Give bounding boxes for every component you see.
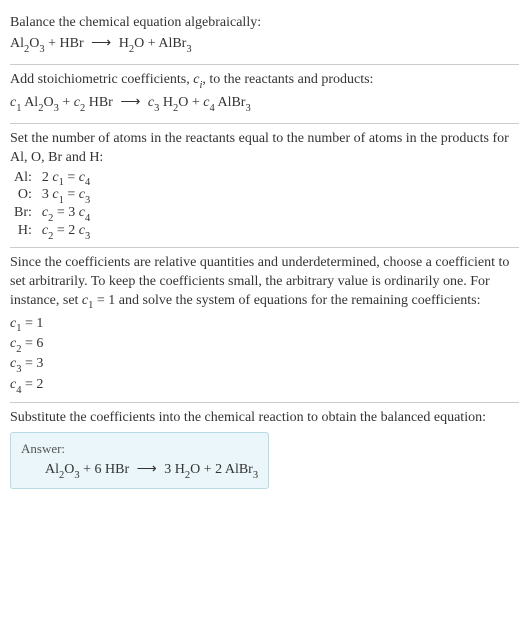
answer-label: Answer: [21, 441, 258, 457]
atom-balance-text: Set the number of atoms in the reactants… [10, 130, 519, 168]
subscript: 2 [59, 470, 64, 481]
element-label: Al: [10, 170, 38, 188]
element-label: O: [10, 187, 38, 205]
subscript: i [199, 80, 202, 91]
intro-section: Balance the chemical equation algebraica… [10, 8, 519, 64]
species: O + 2 AlBr [190, 462, 253, 477]
species-albr: O + AlBr [134, 36, 186, 51]
stoichiometric-section: Add stoichiometric coefficients, ci, to … [10, 65, 519, 123]
subscript: 3 [85, 195, 90, 206]
species: O + [178, 95, 203, 110]
value: = 3 [21, 356, 43, 371]
reaction-arrow: ⟶ [87, 36, 115, 51]
coefficient-list: c1 = 1 c2 = 6 c3 = 3 c4 = 2 [10, 315, 519, 397]
coefficient-row: c2 = 6 [10, 335, 519, 355]
answer-box: Answer: Al2O3 + 6 HBr ⟶ 3 H2O + 2 AlBr3 [10, 432, 269, 489]
subscript: 3 [154, 103, 159, 114]
intro-text: Balance the chemical equation algebraica… [10, 14, 519, 33]
subscript: 3 [54, 103, 59, 114]
subscript: 3 [253, 470, 258, 481]
subscript: 2 [24, 44, 29, 55]
species: H [159, 95, 173, 110]
element-label: H: [10, 223, 38, 241]
value: = 6 [21, 336, 43, 351]
text-fragment: = 1 and solve the system of equations fo… [93, 293, 480, 308]
table-row: H: c2 = 2 c3 [10, 223, 94, 241]
subscript: 2 [129, 44, 134, 55]
equals: = [64, 187, 79, 202]
coefficient-row: c1 = 1 [10, 315, 519, 335]
reaction-arrow: ⟶ [133, 462, 161, 477]
substitute-text: Substitute the coefficients into the che… [10, 409, 519, 428]
balance-equation: c2 = 2 c3 [38, 223, 94, 241]
species-al: Al [10, 36, 24, 51]
table-row: Br: c2 = 3 c4 [10, 205, 94, 223]
species: 3 H [161, 462, 185, 477]
solve-section: Since the coefficients are relative quan… [10, 248, 519, 403]
species: Al [45, 462, 59, 477]
subscript: 3 [16, 364, 21, 375]
coefficient-row: c4 = 2 [10, 376, 519, 396]
subscript: 1 [16, 323, 21, 334]
subscript: 1 [16, 103, 21, 114]
reaction-arrow: ⟶ [116, 95, 144, 110]
value: = 1 [21, 316, 43, 331]
element-label: Br: [10, 205, 38, 223]
table-row: O: 3 c1 = c3 [10, 187, 94, 205]
species: Al [21, 95, 38, 110]
subscript: 1 [59, 177, 64, 188]
subscript: 2 [38, 103, 43, 114]
subscript: 4 [85, 177, 90, 188]
num: 3 [42, 187, 53, 202]
plus-hbr: + HBr [45, 36, 88, 51]
stoichiometric-equation: c1 Al2O3 + c2 HBr ⟶ c3 H2O + c4 AlBr3 [10, 94, 519, 115]
substitute-section: Substitute the coefficients into the che… [10, 403, 519, 495]
subscript: 1 [88, 300, 93, 311]
balance-equation: 2 c1 = c4 [38, 170, 94, 188]
solve-text: Since the coefficients are relative quan… [10, 254, 519, 313]
equals: = [64, 170, 79, 185]
coefficient-row: c3 = 3 [10, 355, 519, 375]
subscript: 2 [173, 103, 178, 114]
species: O [64, 462, 74, 477]
equals: = 3 [53, 205, 78, 220]
plus: + [59, 95, 74, 110]
plus-hbr: + 6 HBr [80, 462, 133, 477]
subscript: 4 [209, 103, 214, 114]
coeff-var: c [52, 170, 58, 185]
subscript: 3 [186, 44, 191, 55]
equals: = 2 [53, 223, 78, 238]
table-row: Al: 2 c1 = c4 [10, 170, 94, 188]
text-fragment: , to the reactants and products: [202, 72, 373, 87]
atom-balance-section: Set the number of atoms in the reactants… [10, 124, 519, 247]
species: O [43, 95, 53, 110]
species: HBr [85, 95, 116, 110]
subscript: 2 [80, 103, 85, 114]
subscript: 3 [85, 231, 90, 242]
value: = 2 [21, 377, 43, 392]
species-o: O [29, 36, 39, 51]
text-fragment: Add stoichiometric coefficients, [10, 72, 193, 87]
subscript: 3 [74, 470, 79, 481]
num: 2 [42, 170, 53, 185]
atom-balance-table: Al: 2 c1 = c 4 O: 3 c1 = c3 Br: c2 = 3 c4… [10, 170, 94, 241]
unbalanced-equation: Al2O3 + HBr ⟶ H2O + AlBr3 [10, 35, 519, 56]
species-h: H [115, 36, 129, 51]
balance-equation: 3 c1 = c3 [38, 187, 94, 205]
subscript: 1 [59, 195, 64, 206]
subscript: 2 [16, 344, 21, 355]
subscript: 2 [185, 470, 190, 481]
subscript: 4 [85, 213, 90, 224]
subscript: 4 [16, 385, 21, 396]
subscript: 2 [48, 231, 53, 242]
subscript: 3 [39, 44, 44, 55]
species: AlBr [215, 95, 246, 110]
balance-equation: c2 = 3 c4 [38, 205, 94, 223]
subscript: 3 [245, 103, 250, 114]
coeff-var: c [52, 187, 58, 202]
subscript: 2 [48, 213, 53, 224]
balanced-equation: Al2O3 + 6 HBr ⟶ 3 H2O + 2 AlBr3 [21, 461, 258, 480]
stoichiometric-text: Add stoichiometric coefficients, ci, to … [10, 71, 519, 92]
